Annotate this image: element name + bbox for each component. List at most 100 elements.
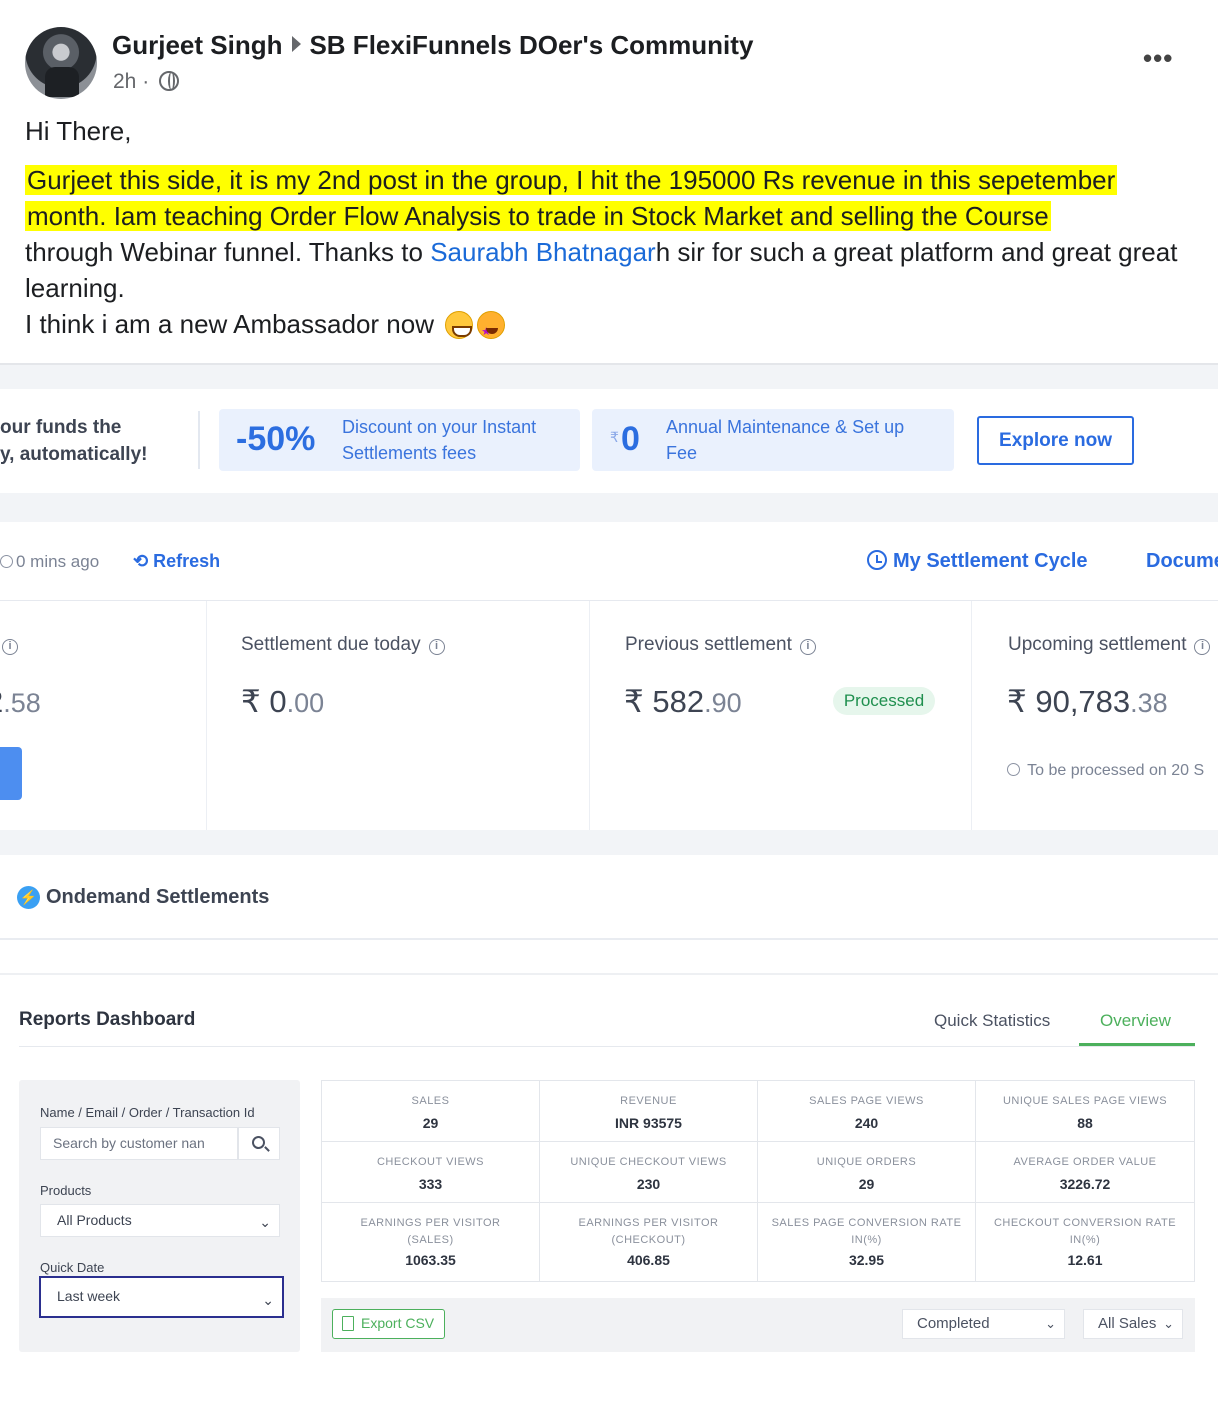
promo-line: Fee: [666, 443, 698, 463]
author-avatar[interactable]: [25, 27, 97, 99]
highlighted-text-1: Gurjeet this side, it is my 2nd post in …: [25, 165, 1118, 195]
promo-line: Discount on your Instant: [342, 417, 537, 437]
stat-cell: CHECKOUT VIEWS 333: [322, 1142, 540, 1203]
last-updated-text: 0 mins ago: [16, 552, 100, 571]
refresh-button[interactable]: ⟲ Refresh: [133, 551, 220, 572]
stat-label: AVERAGE ORDER VALUE: [1013, 1156, 1157, 1168]
spreadsheet-icon: [342, 1316, 354, 1331]
stat-cell: EARNINGS PER VISITOR (SALES) 1063.35: [322, 1203, 540, 1281]
post-paragraph: through Webinar funnel. Thanks to Saurab…: [25, 234, 1200, 306]
amount-decimal: .38: [1130, 688, 1168, 718]
status-select[interactable]: Completed ⌄: [902, 1309, 1065, 1339]
promo-line: Annual Maintenance & Set up: [666, 417, 905, 437]
chevron-down-icon: ⌄: [262, 1292, 274, 1308]
select-value: All Sales: [1098, 1315, 1157, 1332]
stat-value: 12.61: [1067, 1252, 1103, 1268]
divider: [206, 601, 207, 830]
refresh-label: Refresh: [153, 551, 221, 571]
documentation-link[interactable]: Docume: [1146, 550, 1218, 573]
search-icon: [252, 1136, 265, 1149]
quick-date-select[interactable]: Last week ⌄: [39, 1276, 284, 1318]
stat-label: IN(%): [1069, 1234, 1101, 1246]
amount-decimal: .90: [704, 688, 742, 718]
amount-int: ₹ 582: [624, 684, 705, 719]
stat-cell: SALES PAGE VIEWS 240: [758, 1081, 976, 1142]
export-label: Export CSV: [361, 1315, 435, 1331]
export-csv-button[interactable]: Export CSV: [332, 1309, 445, 1339]
select-value: Last week: [57, 1288, 121, 1304]
stat-value: 32.95: [848, 1252, 885, 1268]
discount-value: -50%: [236, 420, 316, 458]
upcoming-settlement-amount: ₹ 90,783.38: [1007, 684, 1168, 720]
mention-link[interactable]: Saurabh Bhatnagar: [430, 237, 656, 267]
stat-cell: EARNINGS PER VISITOR (CHECKOUT) 406.85: [540, 1203, 758, 1281]
previous-settlement-amount: ₹ 582.90: [624, 684, 742, 720]
divider: [0, 938, 1218, 940]
stat-label: REVENUE: [620, 1095, 677, 1107]
promo-line: Settlements fees: [342, 443, 477, 463]
stat-value: 406.85: [627, 1252, 670, 1268]
stat-label: SALES: [411, 1095, 450, 1107]
search-button[interactable]: [238, 1127, 280, 1160]
refresh-icon: ⟲: [133, 551, 149, 571]
status-badge: Processed: [833, 687, 935, 715]
stat-cell: CHECKOUT CONVERSION RATE IN(%) 12.61: [976, 1203, 1194, 1281]
select-value: All Products: [57, 1212, 132, 1228]
stat-label: CHECKOUT VIEWS: [376, 1156, 485, 1168]
stat-value: 230: [636, 1176, 661, 1192]
chevron-down-icon: ⌄: [1045, 1316, 1056, 1331]
stat-value: INR 93575: [615, 1115, 682, 1131]
banner-text: our funds the y, automatically!: [0, 414, 190, 468]
clock-icon: [867, 550, 887, 570]
ondemand-settlements-title[interactable]: Ondemand Settlements: [46, 886, 269, 909]
arrow-right-icon: [292, 36, 302, 52]
previous-settlement-label: Previous settlement i: [625, 634, 816, 656]
stat-value: 29: [858, 1176, 875, 1192]
sales-type-select[interactable]: All Sales ⌄: [1083, 1309, 1183, 1339]
settle-now-button[interactable]: [0, 747, 22, 800]
post-greeting: Hi There,: [25, 116, 132, 146]
explore-now-button[interactable]: Explore now: [977, 416, 1134, 465]
author-name[interactable]: Gurjeet Singh: [112, 30, 282, 60]
info-icon[interactable]: i: [428, 639, 445, 655]
stat-label: SALES PAGE CONVERSION RATE: [771, 1217, 962, 1229]
products-label: Products: [40, 1183, 92, 1198]
tab-quick-statistics[interactable]: Quick Statistics: [934, 1011, 1050, 1031]
amount-int: ₹ 90,783: [1007, 684, 1131, 719]
group-name[interactable]: SB FlexiFunnels DOer's Community: [309, 30, 753, 60]
post-text-segment: through Webinar funnel. Thanks to: [25, 237, 431, 267]
stat-label: SALES PAGE VIEWS: [809, 1095, 924, 1107]
rupee-icon: ₹: [610, 429, 619, 445]
stat-value: 1063.35: [405, 1252, 456, 1268]
quick-date-label: Quick Date: [40, 1260, 105, 1275]
clock-icon: [0, 555, 13, 568]
note-text: To be processed on 20 S: [1027, 762, 1205, 779]
post-time[interactable]: 2h ·: [113, 70, 149, 93]
processing-date-note: To be processed on 20 S: [1007, 762, 1204, 780]
info-icon[interactable]: i: [1194, 639, 1211, 655]
star-struck-icon: [477, 311, 506, 350]
stat-label: (SALES): [407, 1234, 454, 1246]
post-meta: 2h ·: [113, 70, 180, 94]
divider: [19, 1046, 1195, 1047]
maintenance-text: Annual Maintenance & Set up Fee: [666, 414, 904, 466]
label-text: Settlement due today: [241, 634, 421, 655]
highlighted-text-2: month. Iam teaching Order Flow Analysis …: [25, 201, 1051, 231]
stat-value: 88: [1077, 1115, 1093, 1131]
clock-icon: [1007, 763, 1020, 776]
maintenance-promo: ₹ 0 Annual Maintenance & Set up Fee: [592, 409, 954, 471]
products-select[interactable]: All Products ⌄: [40, 1204, 280, 1237]
search-input[interactable]: Search by customer nan: [40, 1127, 238, 1160]
info-icon[interactable]: i: [2, 639, 18, 655]
divider: [971, 601, 972, 830]
banner-text-line: y, automatically!: [0, 444, 148, 465]
tab-overview[interactable]: Overview: [1100, 1011, 1171, 1031]
my-settlement-cycle-link[interactable]: My Settlement Cycle: [867, 550, 1088, 573]
bolt-icon: ⚡: [17, 886, 40, 909]
balance-label: i: [0, 634, 18, 656]
info-icon[interactable]: i: [799, 639, 816, 655]
amount-decimal: .00: [286, 688, 325, 718]
more-options-icon[interactable]: •••: [1143, 45, 1173, 71]
balance-amount: 2.58: [0, 684, 41, 720]
label-text: Upcoming settlement: [1008, 634, 1187, 655]
